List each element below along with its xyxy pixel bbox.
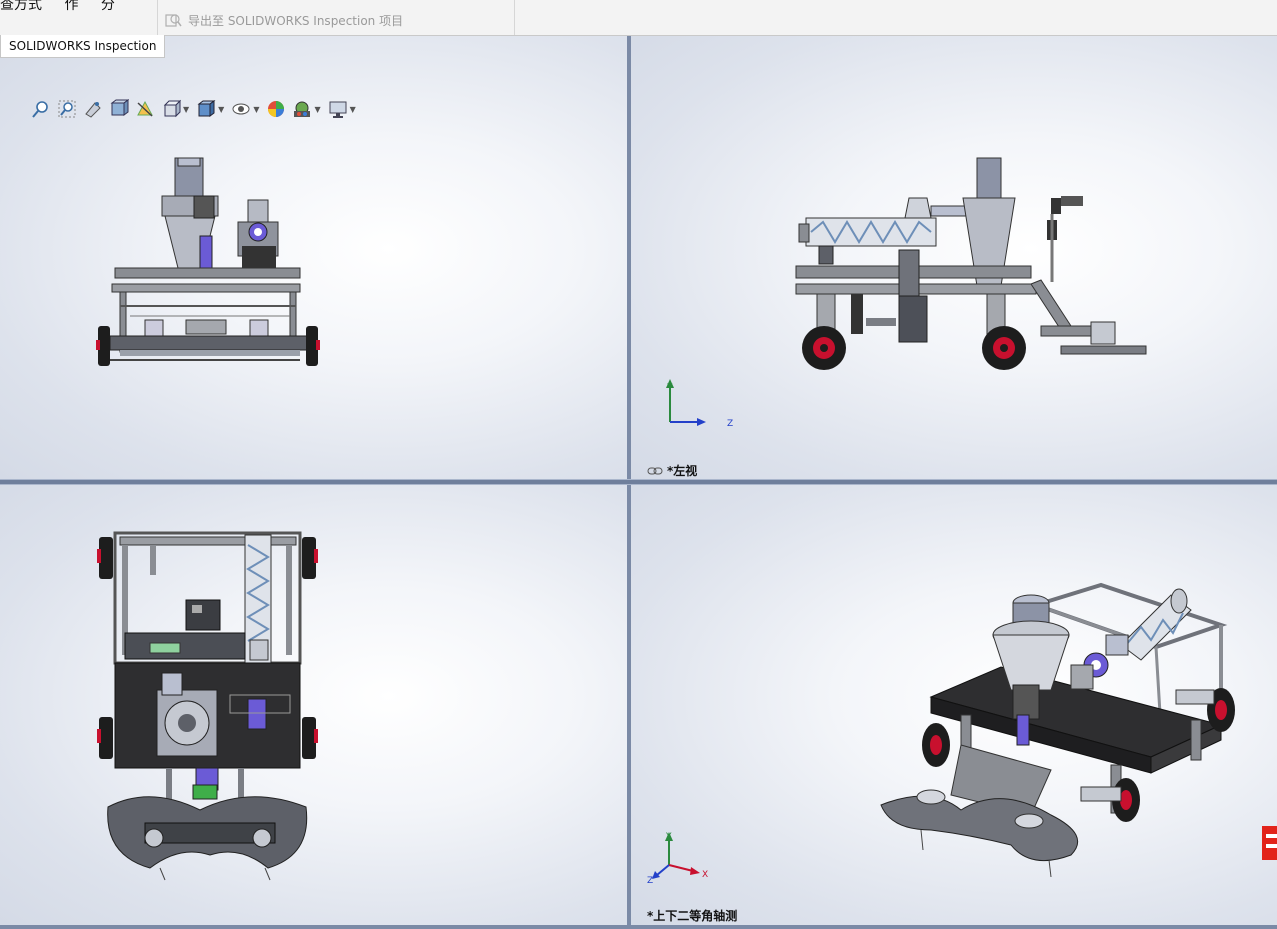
model-top-view — [97, 531, 318, 881]
export-to-inspection-label: 导出至 SOLIDWORKS Inspection 项目 — [188, 13, 404, 28]
previous-view-icon[interactable] — [82, 99, 104, 119]
export-to-inspection-button[interactable]: 导出至 SOLIDWORKS Inspection 项目 — [164, 10, 403, 30]
tab-solidworks-inspection[interactable]: SOLIDWORKS Inspection — [0, 35, 166, 58]
viewport-front[interactable]: ▼ ▼ ▼ ▼ ▼ — [0, 36, 627, 479]
ribbon-tab-fragments: 查方式 作 分 — [0, 0, 133, 14]
edit-appearance-icon[interactable] — [265, 99, 287, 119]
zoom-to-fit-icon[interactable] — [30, 99, 52, 119]
viewport-splitter-horizontal[interactable] — [0, 479, 1277, 485]
view-settings-icon[interactable] — [327, 99, 349, 119]
section-view-icon[interactable] — [108, 99, 130, 119]
inspection-export-icon — [165, 14, 182, 27]
chevron-down-icon[interactable]: ▼ — [350, 105, 356, 114]
apply-scene-icon[interactable] — [291, 99, 313, 119]
solidworks-logo-icon — [1262, 826, 1277, 860]
chevron-down-icon[interactable]: ▼ — [253, 105, 259, 114]
chevron-down-icon[interactable]: ▼ — [183, 105, 189, 114]
viewport-left[interactable]: Y Z *左视 — [631, 36, 1277, 479]
zoom-area-icon[interactable] — [56, 99, 78, 119]
coordinate-triad-iso: Y X Z — [647, 832, 708, 885]
chevron-down-icon[interactable]: ▼ — [314, 105, 320, 114]
view-name-iso-label: *上下二等角轴测 — [647, 909, 738, 923]
view-name-iso: *上下二等角轴测 — [647, 907, 737, 924]
triad-iso-x-label: X — [702, 870, 708, 880]
triad-iso-z-label: Z — [647, 876, 653, 885]
inspection-ribbon-group: 导出至 SOLIDWORKS Inspection 项目 — [157, 0, 515, 35]
viewport-top[interactable] — [0, 485, 627, 925]
ribbon-fragment-2[interactable]: 作 — [64, 0, 78, 13]
chevron-down-icon[interactable]: ▼ — [218, 105, 224, 114]
heads-up-view-toolbar: ▼ ▼ ▼ ▼ ▼ — [30, 98, 358, 120]
ribbon-fragment-1[interactable]: 查方式 — [0, 0, 42, 13]
view-orientation-icon[interactable] — [160, 99, 182, 119]
display-style-icon[interactable] — [195, 99, 217, 119]
viewport-bottom-border — [0, 925, 1277, 929]
link-view-icon — [647, 467, 663, 474]
triad-iso-y-label: Y — [665, 832, 672, 842]
hide-show-items-icon[interactable] — [230, 99, 252, 119]
triad-y-label: Y — [666, 383, 673, 393]
ribbon-fragment-3[interactable]: 分 — [101, 0, 115, 13]
coordinate-triad: Y Z — [666, 379, 733, 429]
triad-z-label: Z — [727, 419, 733, 429]
dynamic-annotation-icon[interactable] — [134, 99, 156, 119]
model-iso-view — [880, 582, 1235, 878]
view-name-left: *左视 — [647, 462, 697, 479]
viewport-iso[interactable]: Y X Z *上下二等角轴测 — [631, 485, 1277, 925]
command-manager-ribbon: 查方式 作 分 导出至 SOLIDWORKS Inspection 项目 — [0, 0, 1277, 36]
view-name-left-label: *左视 — [667, 464, 698, 478]
